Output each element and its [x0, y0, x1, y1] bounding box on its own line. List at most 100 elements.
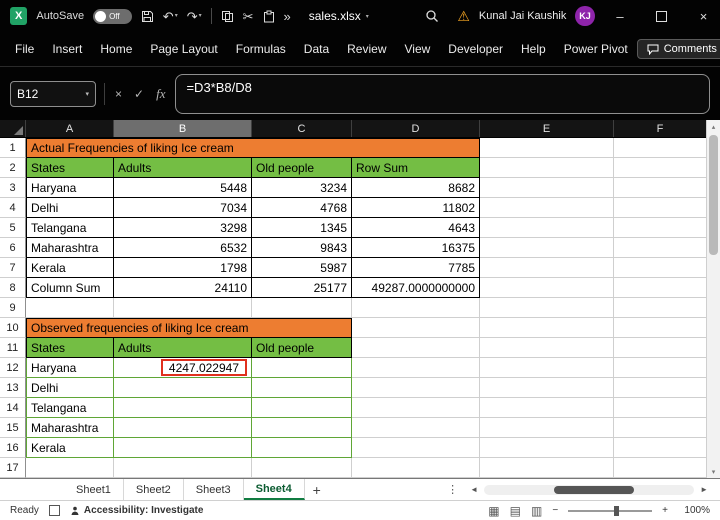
scroll-down-icon[interactable]: ▾: [712, 465, 716, 478]
cell-B5[interactable]: 3298: [114, 218, 252, 238]
cell[interactable]: [352, 418, 480, 438]
cell-B12-selected[interactable]: 4247.022947: [114, 358, 252, 378]
insert-function-icon[interactable]: fx: [154, 86, 167, 102]
cell-A3[interactable]: Haryana: [26, 178, 114, 198]
select-all-corner[interactable]: [0, 120, 26, 137]
row-header-12[interactable]: 12: [0, 358, 26, 378]
row-header-13[interactable]: 13: [0, 378, 26, 398]
cell[interactable]: [480, 438, 614, 458]
scroll-up-icon[interactable]: ▴: [712, 120, 716, 133]
cell-D5[interactable]: 4643: [352, 218, 480, 238]
cell[interactable]: [614, 218, 706, 238]
cell[interactable]: [614, 278, 706, 298]
cell[interactable]: [614, 298, 706, 318]
column-header-D[interactable]: D: [352, 120, 480, 137]
cell-A6[interactable]: Maharashtra: [26, 238, 114, 258]
cut-icon[interactable]: ✂: [243, 10, 254, 23]
vertical-scroll-thumb[interactable]: [709, 135, 718, 255]
cell[interactable]: [352, 398, 480, 418]
row-header-6[interactable]: 6: [0, 238, 26, 258]
cell[interactable]: [480, 458, 614, 478]
status-mode[interactable]: Ready: [10, 505, 39, 516]
tab-file[interactable]: File: [6, 32, 43, 66]
macro-record-icon[interactable]: [48, 505, 60, 516]
cell[interactable]: [480, 258, 614, 278]
cell-B15[interactable]: [114, 418, 252, 438]
row-header-4[interactable]: 4: [0, 198, 26, 218]
tab-formulas[interactable]: Formulas: [227, 32, 295, 66]
cell[interactable]: [252, 298, 352, 318]
close-button[interactable]: ×: [687, 0, 720, 32]
more-commands-icon[interactable]: »: [284, 10, 291, 23]
row-header-1[interactable]: 1: [0, 138, 26, 158]
cell-D8[interactable]: 49287.0000000000: [352, 278, 480, 298]
search-icon[interactable]: [425, 9, 439, 23]
horizontal-scrollbar[interactable]: [484, 484, 695, 495]
vertical-scrollbar[interactable]: ▴ ▾: [706, 120, 720, 478]
paste-icon[interactable]: [263, 10, 275, 23]
cell[interactable]: [614, 438, 706, 458]
row-header-17[interactable]: 17: [0, 458, 26, 478]
cell-A16[interactable]: Kerala: [26, 438, 114, 458]
cell[interactable]: [252, 458, 352, 478]
cell[interactable]: [614, 198, 706, 218]
cell-B13[interactable]: [114, 378, 252, 398]
maximize-button[interactable]: [645, 0, 678, 32]
cell[interactable]: [480, 318, 614, 338]
cell[interactable]: [26, 298, 114, 318]
scroll-left-icon[interactable]: ◄: [466, 479, 482, 500]
save-icon[interactable]: [141, 10, 154, 23]
enter-icon[interactable]: ✓: [132, 87, 146, 101]
row-header-9[interactable]: 9: [0, 298, 26, 318]
tab-review[interactable]: Review: [338, 32, 395, 66]
tab-power-pivot[interactable]: Power Pivot: [555, 32, 637, 66]
cell-C12[interactable]: [252, 358, 352, 378]
cell-C15[interactable]: [252, 418, 352, 438]
cell-C11[interactable]: Old people: [252, 338, 352, 358]
tab-options-icon[interactable]: ⋮: [439, 479, 466, 500]
cancel-icon[interactable]: ×: [113, 87, 124, 101]
cell[interactable]: [352, 378, 480, 398]
cell-B8[interactable]: 24110: [114, 278, 252, 298]
cell-A14[interactable]: Telangana: [26, 398, 114, 418]
sheet-tab-sheet1[interactable]: Sheet1: [64, 479, 124, 500]
tab-view[interactable]: View: [396, 32, 440, 66]
cell-A13[interactable]: Delhi: [26, 378, 114, 398]
cell[interactable]: [480, 138, 614, 158]
cell[interactable]: [614, 138, 706, 158]
tab-developer[interactable]: Developer: [439, 32, 512, 66]
autosave-toggle[interactable]: Off: [93, 8, 132, 24]
cell-B7[interactable]: 1798: [114, 258, 252, 278]
row-header-5[interactable]: 5: [0, 218, 26, 238]
cell[interactable]: [614, 338, 706, 358]
cell-A8[interactable]: Column Sum: [26, 278, 114, 298]
cell-C8[interactable]: 25177: [252, 278, 352, 298]
cell-B16[interactable]: [114, 438, 252, 458]
zoom-slider-thumb[interactable]: [614, 505, 620, 516]
cell-C7[interactable]: 5987: [252, 258, 352, 278]
cell-B3[interactable]: 5448: [114, 178, 252, 198]
file-title[interactable]: sales.xlsx ▾: [309, 9, 369, 23]
cell-A12[interactable]: Haryana: [26, 358, 114, 378]
row-header-14[interactable]: 14: [0, 398, 26, 418]
column-header-E[interactable]: E: [480, 120, 614, 137]
cell-D4[interactable]: 11802: [352, 198, 480, 218]
row-header-16[interactable]: 16: [0, 438, 26, 458]
undo-icon[interactable]: ↶ ▾: [163, 10, 178, 23]
zoom-slider[interactable]: [568, 505, 653, 516]
cell-C6[interactable]: 9843: [252, 238, 352, 258]
minimize-button[interactable]: –: [604, 0, 637, 32]
cell-B14[interactable]: [114, 398, 252, 418]
formula-input[interactable]: =D3*B8/D8: [175, 73, 710, 114]
cell-C2[interactable]: Old people: [252, 158, 352, 178]
column-header-C[interactable]: C: [252, 120, 352, 137]
cell[interactable]: [480, 178, 614, 198]
row-header-10[interactable]: 10: [0, 318, 26, 338]
cell-D3[interactable]: 8682: [352, 178, 480, 198]
cell[interactable]: [614, 378, 706, 398]
zoom-out-icon[interactable]: −: [552, 505, 558, 516]
cell[interactable]: [352, 358, 480, 378]
accessibility-status[interactable]: Accessibility: Investigate: [70, 505, 203, 516]
tab-help[interactable]: Help: [512, 32, 555, 66]
cell-C5[interactable]: 1345: [252, 218, 352, 238]
